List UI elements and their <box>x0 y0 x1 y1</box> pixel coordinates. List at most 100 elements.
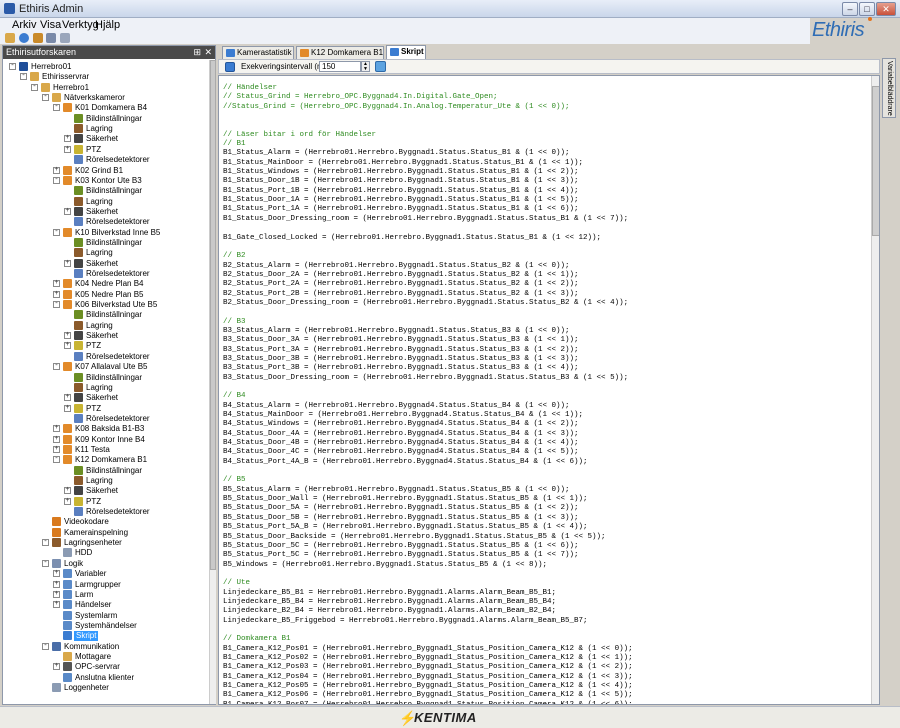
refresh-icon[interactable] <box>19 33 29 43</box>
expand-icon[interactable]: + <box>64 207 71 215</box>
app-icon <box>4 3 15 14</box>
tree-item-label: Händelser <box>75 600 112 610</box>
editor-scroll-thumb[interactable] <box>872 86 879 236</box>
events-icon <box>63 600 72 610</box>
expand-icon[interactable]: + <box>64 135 71 143</box>
expand-icon[interactable]: + <box>64 404 71 412</box>
open-icon[interactable] <box>5 33 15 43</box>
tree-item-label: Rörelsedetektorer <box>86 413 150 423</box>
tree-item-label: PTZ <box>86 341 102 351</box>
enable-checkbox[interactable] <box>225 62 235 72</box>
collapse-icon[interactable]: - <box>42 642 49 650</box>
code-line: B4_Status_Door_4A = (Herrebro01.Herrebro… <box>223 429 579 438</box>
tree-item-label: Lagring <box>86 476 113 485</box>
expand-icon[interactable]: + <box>64 342 71 350</box>
code-line: //Status_Grind = (Herrebro_OPC.Byggnad4.… <box>223 102 570 111</box>
collapse-icon[interactable]: - <box>53 456 60 464</box>
storage-icon <box>74 476 83 485</box>
camera-icon <box>63 300 72 310</box>
expand-icon[interactable]: + <box>53 166 60 174</box>
menu-visa[interactable]: Visa <box>40 19 61 31</box>
storage-icon <box>74 248 83 258</box>
minimize-button[interactable]: – <box>842 2 858 16</box>
code-line: B4_Status_Windows = (Herrebro01.Herrebro… <box>223 420 579 429</box>
folder-icon[interactable] <box>33 33 43 43</box>
tree-item-label: K12 Domkamera B1 <box>75 455 148 465</box>
editor-scrollbar[interactable] <box>871 76 879 704</box>
expand-icon[interactable]: + <box>53 290 60 298</box>
close-button[interactable]: ✕ <box>876 2 896 16</box>
tab-script[interactable]: Skript <box>386 45 426 59</box>
pin-icon[interactable]: ⊞ <box>193 46 201 59</box>
save-all-icon[interactable] <box>60 33 70 43</box>
storage-icon <box>74 124 83 134</box>
expand-icon[interactable]: + <box>64 487 71 495</box>
expand-icon[interactable]: + <box>64 497 71 505</box>
tab-k12-domkamera[interactable]: K12 Domkamera B1 <box>296 46 384 59</box>
maximize-button[interactable]: □ <box>859 2 875 16</box>
menu-arkiv[interactable]: Arkiv <box>12 19 36 31</box>
code-line: Linjedeckare_B5_B4 = Herrebro01.Herrebro… <box>223 597 557 606</box>
expand-icon[interactable]: + <box>53 570 60 578</box>
code-line: // Domkamera B1 <box>223 635 291 644</box>
expand-icon[interactable]: + <box>64 332 71 340</box>
expand-icon[interactable]: + <box>64 145 71 153</box>
run-script-icon[interactable] <box>375 61 386 72</box>
computer-icon <box>41 82 50 92</box>
expand-icon[interactable]: + <box>53 445 60 453</box>
tree-item-label: Herrebro1 <box>53 82 90 92</box>
exec-interval-input[interactable] <box>319 61 361 72</box>
collapse-icon[interactable]: - <box>9 63 16 70</box>
tab-camera-statistics[interactable]: Kamerastatistik <box>222 46 294 59</box>
execution-toolbar: Exekveringsintervall (ms): ▲▼ <box>218 59 880 74</box>
collapse-icon[interactable]: - <box>53 363 60 371</box>
collapse-icon[interactable]: - <box>53 301 60 309</box>
close-panel-icon[interactable]: ✕ <box>204 46 212 59</box>
collapse-icon[interactable]: - <box>42 539 49 547</box>
collapse-icon[interactable]: - <box>42 559 49 567</box>
code-line: B5_Windows = (Herrebro01.Herrebro.Byggna… <box>223 560 548 569</box>
expand-icon[interactable]: + <box>53 280 60 288</box>
expand-icon[interactable]: + <box>64 259 71 267</box>
ptz-icon <box>74 144 83 154</box>
script-editor[interactable]: // Händelser// Status_Grind = Herrebro_O… <box>218 75 880 705</box>
tree-item-label: Lagringsenheter <box>64 538 122 548</box>
status-bar: ⚡ KENTIMA <box>0 706 900 728</box>
save-icon[interactable] <box>46 33 56 43</box>
tree-item-label: Lagring <box>86 196 113 206</box>
collapse-icon[interactable]: - <box>20 73 27 81</box>
expand-icon[interactable]: + <box>53 590 60 598</box>
collapse-icon[interactable]: - <box>53 104 60 112</box>
tree-item-label: Kamerainspelning <box>64 527 129 537</box>
tree-item-label: K10 Bilverkstad Inne B5 <box>75 227 161 237</box>
tree-item-label: Systemhändelser <box>75 620 137 630</box>
code-line: B5_Status_Alarm = (Herrebro01.Herrebro.B… <box>223 485 570 494</box>
collapse-icon[interactable]: - <box>42 94 49 102</box>
explorer-tree: - Herrebro01- Ethirisservrar - Herrebro1- Nät… <box>3 60 208 704</box>
interval-stepper[interactable]: ▲ ▼ <box>361 61 370 72</box>
expand-icon[interactable]: + <box>53 601 60 609</box>
collapse-icon[interactable]: - <box>31 83 38 91</box>
tree-scrollbar[interactable] <box>209 60 216 704</box>
expand-icon[interactable]: + <box>53 663 60 671</box>
expand-icon[interactable]: + <box>53 425 60 433</box>
menu-bar: Arkiv Visa Verktyg Hjälp <box>0 18 810 32</box>
menu-hjalp[interactable]: Hjälp <box>95 19 120 31</box>
code-line: B1_Camera_K12_Pos06 = (Herrebro01.Herreb… <box>223 691 633 700</box>
collapse-icon[interactable]: - <box>53 176 60 184</box>
tree-scroll-thumb[interactable] <box>210 60 216 570</box>
menu-verktyg[interactable]: Verktyg <box>62 19 99 31</box>
expand-icon[interactable]: + <box>53 580 60 588</box>
code-line: B1_Camera_K12_Pos05 = (Herrebro01.Herreb… <box>223 682 633 690</box>
code-line: // Ute <box>223 579 251 588</box>
tree-item-label: Lagring <box>86 124 113 134</box>
expand-icon[interactable]: + <box>53 435 60 443</box>
code-area[interactable]: // Händelser// Status_Grind = Herrebro_O… <box>223 84 873 704</box>
variable-browser-tab[interactable]: Variabelbläddrare <box>882 58 896 118</box>
expand-icon[interactable]: + <box>64 394 71 402</box>
tree-item-label: Videokodare <box>64 517 109 527</box>
collapse-icon[interactable]: - <box>53 228 60 236</box>
toolbar <box>0 32 810 44</box>
tree-item-label: K07 Allalaval Ute B5 <box>75 362 148 372</box>
